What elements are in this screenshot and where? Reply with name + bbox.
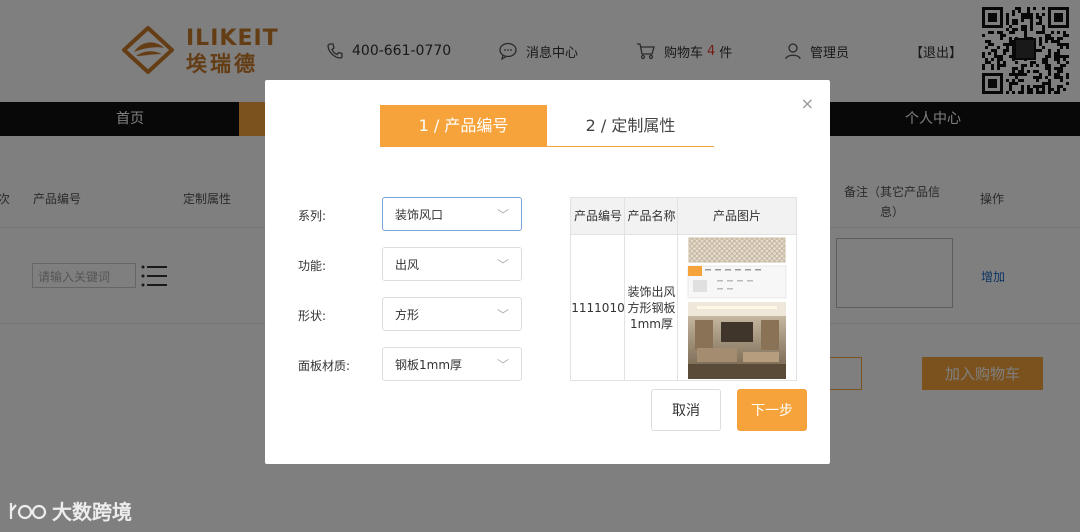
series-label: 系列:: [298, 209, 327, 223]
series-select[interactable]: 装饰风口 ﹀: [382, 197, 522, 231]
chevron-down-icon: ﹀: [496, 207, 509, 222]
series-value: 装饰风口: [395, 207, 444, 222]
step-tab-product-code[interactable]: 1 / 产品编号: [380, 105, 547, 147]
panel-material-select[interactable]: 钢板1mm厚 ﹀: [382, 347, 522, 381]
panel-material-value: 钢板1mm厚: [395, 357, 463, 372]
watermark: 大数跨境: [8, 496, 132, 525]
watermark-logo-icon: [9, 502, 47, 519]
product-image[interactable]: [687, 236, 787, 380]
cancel-button[interactable]: 取消: [651, 389, 721, 431]
function-select[interactable]: 出风 ﹀: [382, 247, 522, 281]
next-step-button[interactable]: 下一步: [737, 389, 807, 431]
th-product-code: 产品编号: [573, 209, 622, 223]
th-product-image: 产品图片: [712, 209, 761, 223]
product-select-modal: × 1 / 产品编号 2 / 定制属性 系列: 装饰风口 ﹀ 功能: 出风 ﹀ …: [265, 80, 830, 464]
chevron-down-icon: ﹀: [496, 307, 509, 322]
product-result-table: 产品编号 产品名称 产品图片 1111010 装饰出风方形钢板1mm厚: [570, 197, 797, 381]
shape-select[interactable]: 方形 ﹀: [382, 297, 522, 331]
cell-product-name[interactable]: 装饰出风方形钢板1mm厚: [625, 235, 678, 380]
product-table-header: 产品编号 产品名称 产品图片: [571, 198, 796, 235]
step-tabs: 1 / 产品编号 2 / 定制属性: [380, 105, 714, 147]
shape-label: 形状:: [298, 309, 327, 323]
function-label: 功能:: [298, 259, 327, 273]
function-value: 出风: [395, 257, 420, 272]
close-icon[interactable]: ×: [801, 96, 814, 112]
panel-material-label: 面板材质:: [298, 359, 351, 373]
th-product-name: 产品名称: [627, 209, 676, 223]
shape-value: 方形: [395, 307, 420, 322]
cell-product-code[interactable]: 1111010: [571, 235, 625, 380]
chevron-down-icon: ﹀: [496, 257, 509, 272]
watermark-text: 大数跨境: [52, 500, 132, 524]
step-tab-custom-attr[interactable]: 2 / 定制属性: [547, 105, 714, 147]
chevron-down-icon: ﹀: [496, 357, 509, 372]
